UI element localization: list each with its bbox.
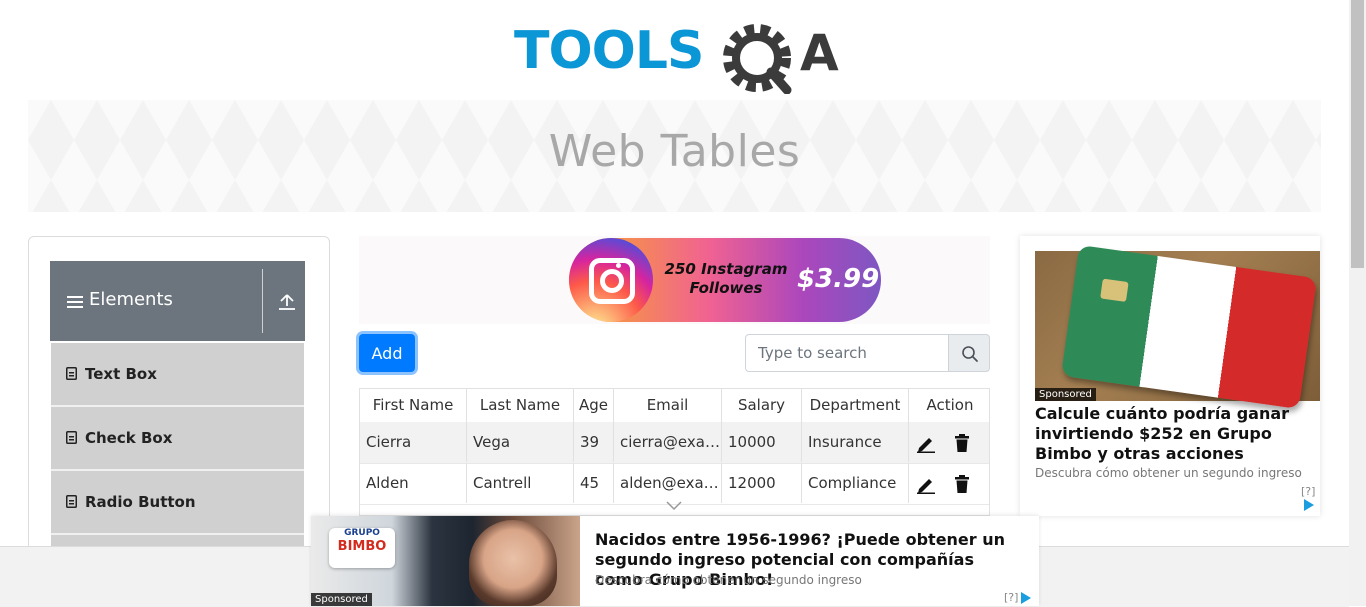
upload-arrow-icon[interactable] [278,293,296,311]
scrollbar-thumb[interactable] [1351,0,1364,268]
bimbo-logo: GRUPO BIMBO [329,528,395,568]
cell-age: 39 [574,422,614,462]
document-icon [66,495,77,508]
header-divider [262,269,263,333]
cell-email: alden@example.com [614,463,722,503]
bottom-sponsored-ad[interactable]: GRUPO BIMBO Sponsored Nacidos entre 1956… [311,516,1039,606]
add-button[interactable]: Add [359,334,415,372]
ad-description: Descubra cómo obtener un segundo ingreso [1035,466,1302,480]
document-icon [66,367,77,380]
cell-last-name: Vega [467,422,574,462]
cell-first-name: Alden [360,463,467,503]
web-table: First Name Last Name Age Email Salary De… [359,388,990,516]
pencil-icon[interactable] [916,474,936,494]
adchoices-label: [?] [1004,591,1019,604]
elements-group-label: Elements [89,289,173,310]
column-header-department[interactable]: Department [802,389,909,422]
sponsored-label: Sponsored [1035,388,1096,401]
hamburger-icon [67,296,83,308]
bimbo-logo-line-1: GRUPO [344,528,380,538]
gear-icon [723,24,792,95]
search-button[interactable] [948,334,990,372]
elements-group-header[interactable]: Elements [50,261,305,341]
document-icon [66,431,77,444]
search-box [745,334,990,372]
ad-photo: GRUPO BIMBO Sponsored [311,516,580,606]
bimbo-logo-line-2: BIMBO [337,539,387,554]
page-scrollbar[interactable] [1349,0,1366,606]
cell-email: cierra@example.com [614,422,722,462]
promo-line-2: Followes [689,279,763,297]
adchoices-icon[interactable]: [?] [1004,591,1032,604]
page-banner: Web Tables [28,100,1321,212]
column-header-action[interactable]: Action [909,389,989,422]
sidebar-item-check-box[interactable]: Check Box [51,407,304,471]
table-row: Cierra Vega 39 cierra@example.com 10000 … [360,422,989,464]
magnifier-icon [962,346,978,362]
right-sponsored-ad[interactable]: Sponsored Calcule cuánto podría ganar in… [1020,236,1320,516]
cell-last-name: Cantrell [467,463,574,503]
logo-tools-text: TOOLS [514,21,703,81]
cell-age: 45 [574,463,614,503]
ad-image-cards: Sponsored [1035,244,1320,410]
ad-headline[interactable]: Calcule cuánto podría ganar invirtiendo … [1035,404,1320,464]
column-header-first-name[interactable]: First Name [360,389,467,422]
sidebar-item-label: Check Box [85,429,173,447]
instagram-icon [569,238,653,322]
pencil-icon[interactable] [916,433,936,453]
promo-pill: 250 Instagram Followes $3.99 [569,238,881,322]
sidebar-item-text-box[interactable]: Text Box [51,343,304,407]
ad-description: Descubra cómo obtener un segundo ingreso [595,573,862,587]
logo-graphic: TOOLS A [514,21,839,95]
column-header-email[interactable]: Email [614,389,722,422]
trash-icon[interactable] [952,433,972,453]
column-header-salary[interactable]: Salary [722,389,802,422]
trash-icon[interactable] [952,474,972,494]
page-title: Web Tables [548,126,801,177]
column-header-age[interactable]: Age [574,389,614,422]
search-input[interactable] [745,334,949,372]
sidebar-item-label: Radio Button [85,493,196,511]
cell-department: Insurance [802,422,909,462]
table-row: Alden Cantrell 45 alden@example.com 1200… [360,463,989,505]
promo-price: $3.99 [797,264,880,294]
promo-slogan: 250 Instagram Followes [661,260,791,298]
cell-action [909,463,989,503]
sidebar-item-label: Text Box [85,365,157,383]
left-sidebar: Elements Text Box Check Box Radio Button [28,236,330,568]
cell-salary: 10000 [722,422,802,462]
card-image [1060,244,1318,410]
adchoices-label: [?] [1301,485,1316,498]
toolsqa-logo[interactable]: TOOLS A [514,14,844,95]
cell-salary: 12000 [722,463,802,503]
person-image [469,520,557,606]
promo-line-1: 250 Instagram [664,260,788,278]
chevron-down-icon[interactable] [666,501,682,511]
adchoices-icon[interactable]: [?] [1301,485,1320,511]
cell-department: Compliance [802,463,909,503]
table-header: First Name Last Name Age Email Salary De… [360,389,989,424]
instagram-promo-ad[interactable]: 250 Instagram Followes $3.99 [359,236,990,324]
cell-action [909,422,989,462]
sidebar-item-radio-button[interactable]: Radio Button [51,471,304,535]
sponsored-label: Sponsored [311,593,372,606]
logo-a-text: A [800,24,839,82]
column-header-last-name[interactable]: Last Name [467,389,574,422]
cell-first-name: Cierra [360,422,467,462]
